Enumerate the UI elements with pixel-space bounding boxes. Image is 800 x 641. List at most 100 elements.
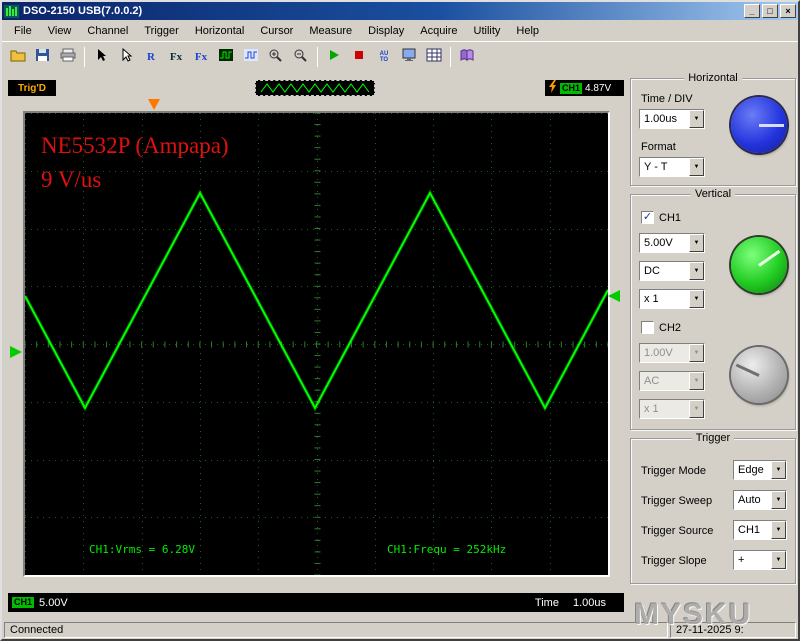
menu-view[interactable]: View [40,23,80,39]
chevron-down-icon[interactable]: ▼ [689,262,704,280]
chevron-down-icon[interactable]: ▼ [689,158,704,176]
print-button[interactable] [56,45,80,68]
monitor-icon [401,48,417,65]
stop-button[interactable] [347,45,371,68]
chevron-down-icon[interactable]: ▼ [771,461,786,479]
chevron-down-icon[interactable]: ▼ [689,234,704,252]
trigger-status-box: Trig'D [8,80,56,96]
ch2-volt-div-select: 1.00V ▼ [639,343,705,363]
trigger-mode-value: Edge [738,464,764,476]
format-value: Y - T [644,161,668,173]
stop-icon [351,48,367,65]
save-floppy-icon [35,48,51,65]
time-div-select[interactable]: 1.00us ▼ [639,109,705,129]
function2-button[interactable]: Fx [189,45,213,68]
trigger-panel: Trigger Trigger Mode Edge ▼ Trigger Swee… [630,432,796,584]
ch1-label: CH1 [659,211,682,224]
datetime-status: 27-11-2025 9: [670,621,796,638]
time-div-label: Time / DIV [641,93,693,105]
menu-file[interactable]: File [6,23,40,39]
trigger-slope-label: Trigger Slope [641,555,707,567]
display-window-button[interactable] [397,45,421,68]
format-select[interactable]: Y - T ▼ [639,157,705,177]
grid-view-button[interactable] [422,45,446,68]
refresh-button[interactable]: R [139,45,163,68]
ch2-checkbox-row[interactable]: ✓ CH2 [641,321,681,334]
menu-acquire[interactable]: Acquire [412,23,465,39]
ch1-position-knob[interactable] [731,237,787,293]
menu-utility[interactable]: Utility [466,23,509,39]
preview-wave-svg [260,83,370,93]
save-button[interactable] [31,45,55,68]
maximize-button[interactable]: □ [762,4,778,18]
trigger-sweep-value: Auto [738,494,761,506]
connection-status: Connected [4,621,668,638]
minimize-button[interactable]: _ [744,4,760,18]
zoom-out-button[interactable] [289,45,313,68]
ch1-volt-div-select[interactable]: 5.00V ▼ [639,233,705,253]
autoset-button[interactable]: AU TO [372,45,396,68]
menu-help[interactable]: Help [508,23,547,39]
knob-indicator [759,124,784,127]
toolbar: R Fx Fx AU TO [2,41,798,71]
fx-blue-icon: Fx [194,50,208,63]
trigger-level-marker[interactable] [608,290,620,302]
menu-display[interactable]: Display [360,23,412,39]
trigger-info-box: CH1 4.87V [545,80,624,96]
close-button[interactable]: × [780,4,796,18]
trigger-slope-select[interactable]: + ▼ [733,550,787,570]
chevron-down-icon[interactable]: ▼ [771,551,786,569]
knob-indicator [735,363,760,377]
help-button[interactable] [455,45,479,68]
trigger-channel-chip: CH1 [560,82,583,94]
trigger-mode-select[interactable]: Edge ▼ [733,460,787,480]
trigger-position-marker[interactable] [148,99,160,110]
trigger-source-select[interactable]: CH1 ▼ [733,520,787,540]
ch2-position-knob[interactable] [731,347,787,403]
ch2-probe-value: x 1 [640,400,689,418]
measurement-vrms: CH1:Vrms = 6.28V [89,543,195,556]
toolbar-separator [317,46,318,67]
start-button[interactable] [322,45,346,68]
menu-channel[interactable]: Channel [79,23,136,39]
time-scale-value: 1.00us [572,596,606,609]
menu-trigger[interactable]: Trigger [136,23,186,39]
app-icon [4,4,19,18]
waveform2-button[interactable] [239,45,263,68]
ch1-probe-value: x 1 [644,293,659,305]
ch1-coupling-select[interactable]: DC ▼ [639,261,705,281]
menu-cursor[interactable]: Cursor [252,23,301,39]
chevron-down-icon[interactable]: ▼ [771,521,786,539]
open-button[interactable] [6,45,30,68]
ch1-ground-marker[interactable] [10,346,22,358]
trigger-level-value: 4.87V [585,82,612,94]
cursor-button[interactable] [89,45,113,68]
zoom-in-button[interactable] [264,45,288,68]
ch1-checkbox[interactable]: ✓ [641,211,654,224]
trigger-panel-title: Trigger [691,432,735,444]
book-icon [459,48,475,65]
menu-measure[interactable]: Measure [301,23,360,39]
horizontal-position-knob[interactable] [731,97,787,153]
function-button[interactable]: Fx [164,45,188,68]
square-wave-icon [218,48,234,65]
waveform-button[interactable] [214,45,238,68]
chevron-down-icon[interactable]: ▼ [771,491,786,509]
app-window: DSO-2150 USB(7.0.0.2) _ □ × File View Ch… [0,0,800,641]
select-button[interactable] [114,45,138,68]
scope-annotation-line1: NE5532P (Ampapa) [41,133,229,158]
ch1-checkbox-row[interactable]: ✓ CH1 [641,211,681,224]
scope-display: NE5532P (Ampapa) 9 V/us CH1:Vrms = 6.28V… [23,111,610,577]
ch2-checkbox[interactable]: ✓ [641,321,654,334]
menu-horizontal[interactable]: Horizontal [187,23,253,39]
chevron-down-icon[interactable]: ▼ [689,290,704,308]
ch1-probe-select[interactable]: x 1 ▼ [639,289,705,309]
chevron-down-icon[interactable]: ▼ [689,110,704,128]
trigger-sweep-select[interactable]: Auto ▼ [733,490,787,510]
knob-indicator [758,249,781,267]
trigger-mode-label: Trigger Mode [641,465,707,477]
grid-icon [426,48,442,65]
horizontal-panel: Horizontal Time / DIV 1.00us ▼ Format Y … [630,72,796,186]
waveform-preview-box[interactable] [255,80,375,96]
refresh-r-icon: R [147,50,155,63]
